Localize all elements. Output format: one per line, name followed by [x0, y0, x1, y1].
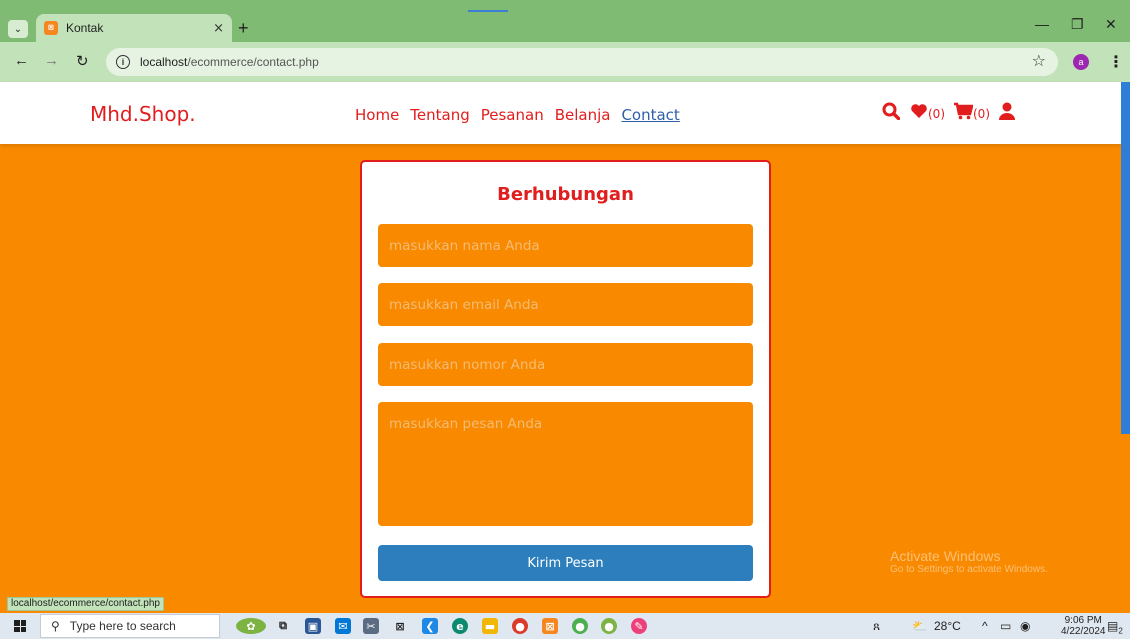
- user-icon[interactable]: [998, 102, 1016, 125]
- header-actions: (0) (0): [882, 102, 1016, 125]
- volume-icon[interactable]: ◉: [1020, 619, 1030, 633]
- people-icon[interactable]: ጸ: [873, 619, 880, 634]
- wishlist-count: (0): [928, 106, 945, 121]
- weather-icon[interactable]: ⛅: [912, 619, 927, 633]
- contact-form: Berhubungan Kirim Pesan: [360, 160, 771, 598]
- send-message-button[interactable]: Kirim Pesan: [378, 545, 753, 581]
- network-icon[interactable]: ▭: [1000, 619, 1011, 633]
- nav-tentang[interactable]: Tentang: [410, 106, 469, 124]
- snipping-tool-icon[interactable]: ✂: [363, 618, 379, 634]
- profile-avatar[interactable]: a: [1073, 54, 1089, 70]
- mail-icon[interactable]: ✉: [335, 618, 351, 634]
- windows-start-icon[interactable]: [14, 620, 26, 632]
- browser-tab-active[interactable]: ⊠ Kontak ×: [36, 14, 232, 42]
- notification-count: 2: [1118, 626, 1123, 636]
- tab-title: Kontak: [66, 21, 104, 35]
- taskbar-search[interactable]: ⚲ Type here to search: [40, 614, 220, 638]
- link-status-bubble: localhost/ecommerce/contact.php: [7, 597, 164, 611]
- nav-home[interactable]: Home: [355, 106, 399, 124]
- bookmark-star-icon[interactable]: ☆: [1032, 51, 1046, 70]
- back-arrow-icon[interactable]: ←: [14, 52, 29, 69]
- store-icon[interactable]: ▣: [305, 618, 321, 634]
- cart-count: (0): [973, 106, 990, 121]
- watermark-subtitle: Go to Settings to activate Windows.: [890, 564, 1048, 575]
- watermark-title: Activate Windows: [890, 548, 1001, 564]
- vscode-icon[interactable]: ❮: [422, 618, 438, 634]
- activate-windows-watermark: Activate Windows Go to Settings to activ…: [890, 548, 1048, 575]
- edge-icon[interactable]: e: [452, 618, 468, 634]
- close-tab-icon[interactable]: ×: [213, 21, 224, 36]
- tab-search-button[interactable]: ⌄: [8, 20, 28, 38]
- nav-pesanan[interactable]: Pesanan: [481, 106, 544, 124]
- site-header: Mhd.Shop. Home Tentang Pesanan Belanja C…: [0, 82, 1121, 144]
- task-view-icon[interactable]: ⧉: [275, 618, 291, 634]
- email-input[interactable]: [378, 283, 753, 326]
- reload-icon[interactable]: ↻: [76, 52, 89, 70]
- xampp-icon[interactable]: ⊠: [392, 618, 408, 634]
- windows-taskbar: ⚲ Type here to search ✿ ⧉ ▣ ✉ ✂ ⊠ ❮ e ▬ …: [0, 613, 1130, 639]
- xampp-app-icon[interactable]: ⊠: [542, 618, 558, 634]
- form-title: Berhubungan: [497, 184, 634, 205]
- site-info-icon[interactable]: i: [116, 55, 130, 69]
- address-bar[interactable]: i localhost/ecommerce/contact.php ☆: [106, 48, 1058, 76]
- url-text: localhost/ecommerce/contact.php: [140, 55, 319, 69]
- number-input[interactable]: [378, 343, 753, 386]
- forward-arrow-icon[interactable]: →: [44, 52, 59, 69]
- notification-center-icon[interactable]: ▤2: [1107, 619, 1123, 635]
- cart-icon[interactable]: [953, 102, 974, 125]
- search-icon: ⚲: [51, 619, 60, 633]
- url-host: localhost: [140, 55, 188, 69]
- browser-tab-bar: ⌄ ⊠ Kontak × + — ❐ ✕: [0, 0, 1130, 42]
- chrome-profile-icon[interactable]: ●: [572, 618, 588, 634]
- file-explorer-icon[interactable]: ▬: [482, 618, 498, 634]
- chevron-down-icon: ⌄: [13, 23, 23, 35]
- chrome-icon[interactable]: ●: [512, 618, 528, 634]
- restore-icon[interactable]: ❐: [1071, 16, 1084, 33]
- close-window-icon[interactable]: ✕: [1105, 16, 1117, 33]
- browser-menu-icon[interactable]: ⋮: [1108, 52, 1124, 71]
- clock-date: 4/22/2024: [1061, 626, 1106, 637]
- message-textarea[interactable]: [378, 402, 753, 526]
- main-nav: Home Tentang Pesanan Belanja Contact: [355, 106, 691, 124]
- search-icon[interactable]: [882, 102, 901, 125]
- temperature-text[interactable]: 28°C: [934, 619, 961, 633]
- xampp-favicon-icon: ⊠: [44, 21, 58, 35]
- new-tab-button[interactable]: +: [238, 18, 249, 39]
- tray-chevron-up-icon[interactable]: ^: [982, 619, 988, 633]
- browser-toolbar: ← → ↻ i localhost/ecommerce/contact.php …: [0, 42, 1130, 82]
- tab-strip-highlight: [468, 10, 508, 12]
- heart-icon[interactable]: [910, 103, 928, 124]
- name-input[interactable]: [378, 224, 753, 267]
- widget-flowers-icon[interactable]: ✿: [236, 618, 266, 634]
- page-scrollbar[interactable]: [1121, 82, 1130, 434]
- taskbar-clock[interactable]: 9:06 PM 4/22/2024: [1061, 615, 1106, 637]
- taskbar-search-placeholder: Type here to search: [69, 619, 176, 633]
- url-path: /ecommerce/contact.php: [187, 55, 319, 69]
- chrome-active-icon[interactable]: ●: [601, 618, 617, 634]
- nav-contact[interactable]: Contact: [621, 106, 679, 124]
- minimize-icon[interactable]: —: [1035, 16, 1049, 32]
- clock-time: 9:06 PM: [1064, 615, 1102, 626]
- paint-app-icon[interactable]: ✎: [631, 618, 647, 634]
- nav-belanja[interactable]: Belanja: [555, 106, 611, 124]
- site-logo[interactable]: Mhd.Shop.: [90, 102, 196, 126]
